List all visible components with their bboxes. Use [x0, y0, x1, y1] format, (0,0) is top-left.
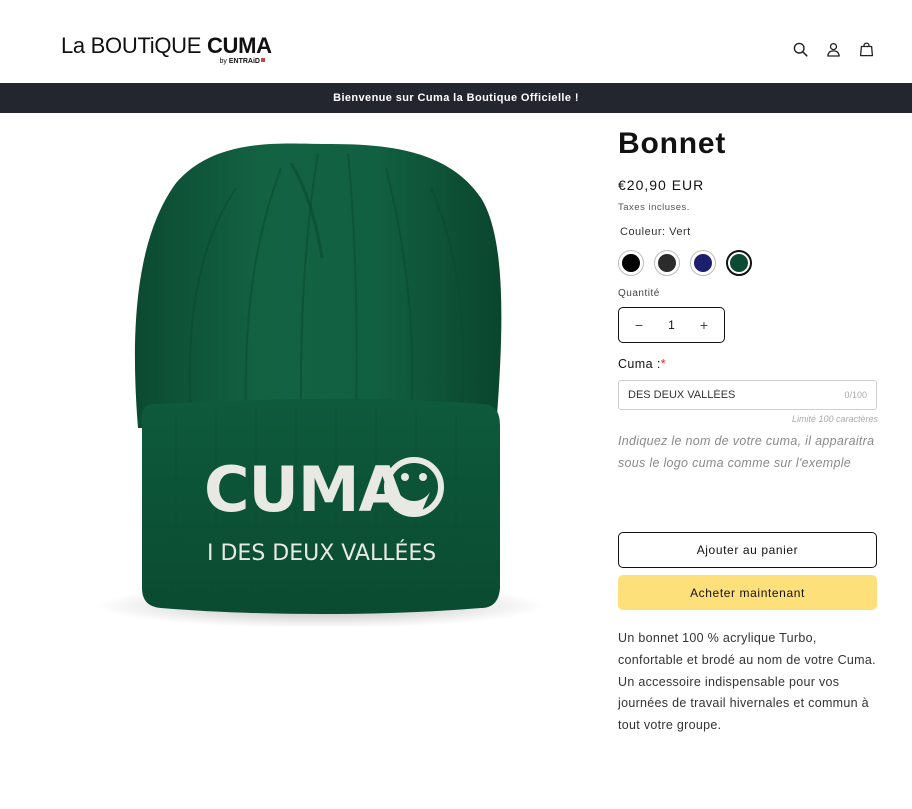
character-count: 0/100	[844, 390, 867, 400]
character-limit-note: Limité 100 caractères	[791, 414, 878, 424]
product-description: Un bonnet 100 % acrylique Turbo, confort…	[618, 631, 876, 733]
store-logo[interactable]: La BOUTiQUE CUMA byENTRAiDMÉDIAS	[61, 33, 332, 193]
swatch-green-selected[interactable]	[726, 250, 752, 276]
quantity-decrease-button[interactable]: −	[633, 317, 645, 333]
quantity-stepper: − 1 +	[618, 307, 725, 343]
buy-now-button[interactable]: Acheter maintenant	[618, 575, 877, 610]
swatch-navy[interactable]	[690, 250, 716, 276]
announcement-text: Bienvenue sur Cuma la Boutique Officiell…	[333, 92, 579, 104]
cuma-name-input[interactable]	[628, 389, 808, 401]
beanie-subtitle-text: I DES DEUX VALLÉES	[207, 540, 436, 566]
product-price: €20,90 EUR	[618, 177, 705, 193]
swatch-dark-grey[interactable]	[654, 250, 680, 276]
swatch-black[interactable]	[618, 250, 644, 276]
cuma-name-field: 0/100	[618, 380, 877, 410]
quantity-value[interactable]: 1	[668, 318, 675, 332]
cart-icon[interactable]	[856, 38, 876, 60]
product-image[interactable]: CUMA I DES DEUX VALLÉES	[86, 128, 556, 648]
header-icons	[790, 38, 876, 60]
add-to-cart-button[interactable]: Ajouter au panier	[618, 532, 877, 568]
site-header: La BOUTiQUE CUMA byENTRAiDMÉDIAS	[0, 0, 912, 193]
announcement-bar: Bienvenue sur Cuma la Boutique Officiell…	[0, 83, 912, 113]
search-icon[interactable]	[790, 38, 810, 60]
account-icon[interactable]	[823, 38, 843, 60]
required-asterisk: *	[660, 357, 666, 371]
beanie-image: CUMA I DES DEUX VALLÉES	[96, 143, 546, 628]
color-label: Couleur: Vert	[620, 226, 691, 238]
tax-note: Taxes incluses.	[618, 202, 690, 213]
product-title: Bonnet	[618, 127, 727, 160]
quantity-increase-button[interactable]: +	[698, 317, 710, 333]
cuma-hint-text: Indiquez le nom de votre cuma, il appara…	[618, 434, 875, 470]
logo-byline: byENTRAiDMÉDIAS	[219, 58, 332, 193]
quantity-label: Quantité	[618, 288, 660, 299]
logo-wordmark: La BOUTiQUE CUMA	[61, 33, 272, 58]
beanie-logo-text: CUMA	[204, 453, 407, 526]
cuma-field-label: Cuma :*	[618, 357, 666, 371]
color-swatches	[618, 250, 752, 276]
